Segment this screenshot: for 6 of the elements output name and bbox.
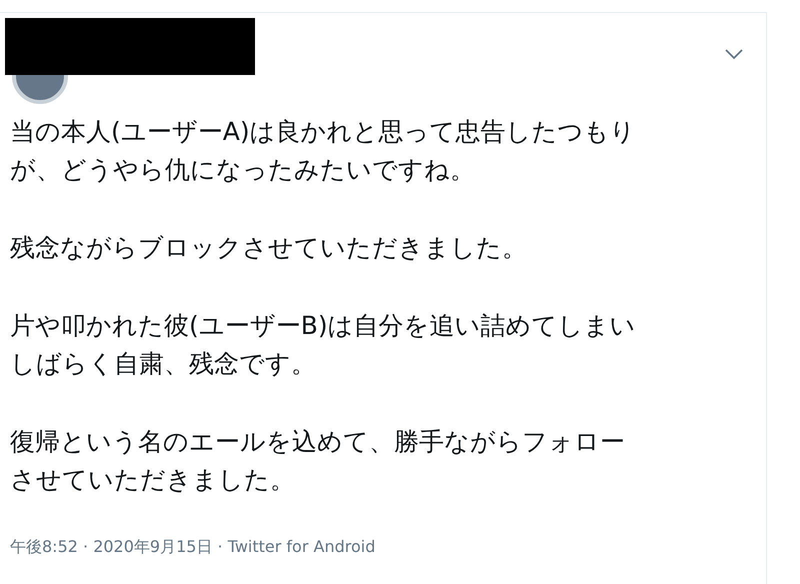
tweet-paragraph: 当の本人(ユーザーA)は良かれと思って忠告したつもり が、どうやら仇になったみたいですね。 <box>10 116 637 186</box>
tweet-paragraph: 残念ながらブロックさせていただきました。 <box>10 232 528 264</box>
tweet-paragraph: 片や叩かれた彼(ユーザーB)は自分を追い詰めてしまい しばらく自粛、残念です。 <box>10 310 637 380</box>
tweet-paragraph: 復帰という名のエールを込めて、勝手ながらフォロー させていただきました。 <box>10 426 626 496</box>
chevron-down-icon[interactable] <box>724 48 744 60</box>
tweet-timestamp: 午後8:52 · 2020年9月15日 · Twitter for Android <box>10 537 376 558</box>
